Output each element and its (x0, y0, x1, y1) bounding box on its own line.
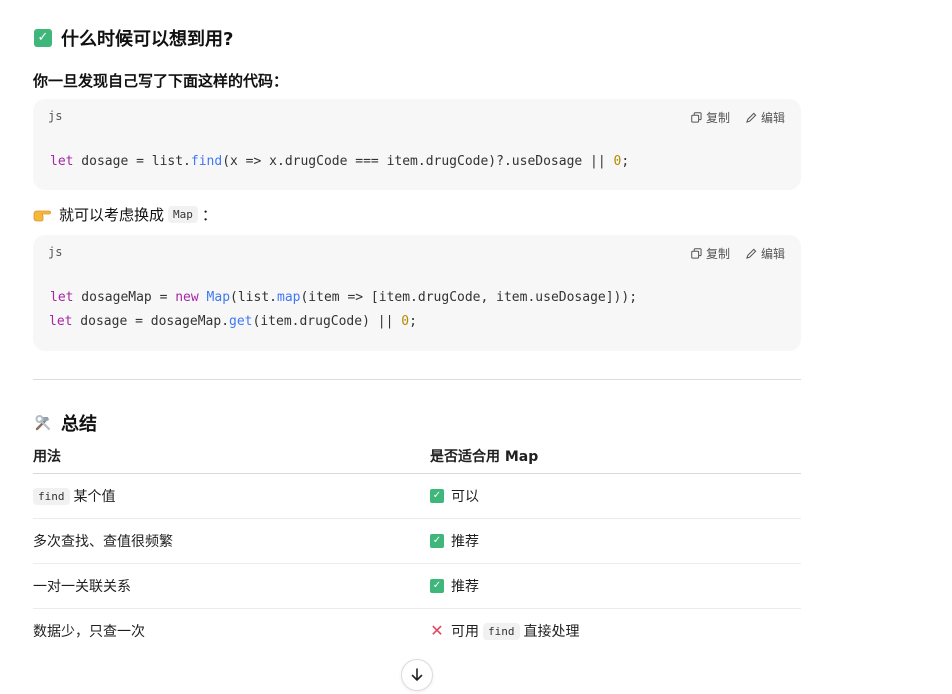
copy-label: 复制 (705, 111, 730, 125)
table-row: 数据少，只查一次 ✕ 可用 find 直接处理 (33, 621, 580, 640)
pencil-icon (746, 112, 757, 123)
section-heading-when-to-use: ✓ 什么时候可以想到用? (33, 25, 233, 51)
check-mark-icon: ✓ (430, 489, 444, 503)
code-language-label: js (48, 245, 63, 259)
code-line: let dosage = list.find(x => x.drugCode =… (50, 154, 630, 169)
inline-code-map: Map (168, 206, 198, 223)
check-mark-icon: ✓ (430, 534, 444, 548)
edit-button[interactable]: 编辑 (746, 109, 785, 126)
scroll-to-bottom-button[interactable] (401, 659, 433, 691)
column-header: 是否适合用 Map (430, 439, 801, 474)
code-line: let dosageMap = new Map(list.map(item =>… (50, 290, 638, 305)
column-header: 用法 (33, 439, 430, 474)
summary-table: 用法 是否适合用 Map find 某个值 ✓ 可以 多次查找、查值很频繁 ✓ 推荐 … (33, 439, 801, 653)
table-row: find 某个值 ✓ 可以 (33, 473, 801, 519)
divider (33, 379, 801, 380)
table-row: 多次查找、查值很频繁 ✓ 推荐 (33, 518, 801, 564)
copy-button[interactable]: 复制 (691, 109, 730, 126)
inline-code-find: find (483, 622, 520, 640)
copy-icon (691, 112, 702, 123)
inline-code-find: find (33, 487, 70, 505)
copy-button[interactable]: 复制 (691, 245, 730, 262)
usage-text: 某个值 (73, 489, 116, 505)
code-block: js 复制 编辑 let dosage = list.find(x => x.d… (33, 99, 801, 190)
code-language-label: js (48, 109, 63, 123)
intro-paragraph: 你一旦发现自己写了下面这样的代码： (33, 72, 289, 90)
code-block: js 复制 编辑 let dosageMap = new Map(list.ma… (33, 235, 801, 351)
table-row: 一对一关联关系 ✓ 推荐 (33, 563, 801, 609)
section-heading-summary: 总结 (33, 410, 97, 436)
pencil-icon (746, 248, 757, 259)
check-mark-icon: ✓ (33, 28, 53, 48)
section-title: 总结 (61, 414, 97, 435)
copy-label: 复制 (705, 247, 730, 261)
usage-text: 一对一关联关系 (33, 579, 131, 595)
table-header-row: 用法 是否适合用 Map (33, 439, 801, 474)
copy-icon (691, 248, 702, 259)
check-mark-icon: ✓ (430, 579, 444, 593)
suitability-text: 推荐 (451, 579, 479, 595)
section-title: 什么时候可以想到用? (61, 29, 234, 50)
suitability-text: 推荐 (451, 534, 479, 550)
hint-paragraph: 就可以考虑换成 Map ： (33, 204, 217, 225)
arrow-down-icon (411, 668, 423, 681)
hammer-and-wrench-icon (33, 413, 53, 433)
usage-text: 多次查找、查值很频繁 (33, 534, 173, 550)
edit-label: 编辑 (760, 111, 785, 125)
pointing-hand-icon (33, 208, 51, 222)
suitability-text: 可以 (451, 489, 479, 505)
edit-label: 编辑 (760, 247, 785, 261)
cross-mark-icon: ✕ (430, 621, 444, 640)
code-line: let dosage = dosageMap.get(item.drugCode… (49, 314, 417, 329)
usage-text: 数据少，只查一次 (33, 624, 145, 640)
edit-button[interactable]: 编辑 (746, 245, 785, 262)
